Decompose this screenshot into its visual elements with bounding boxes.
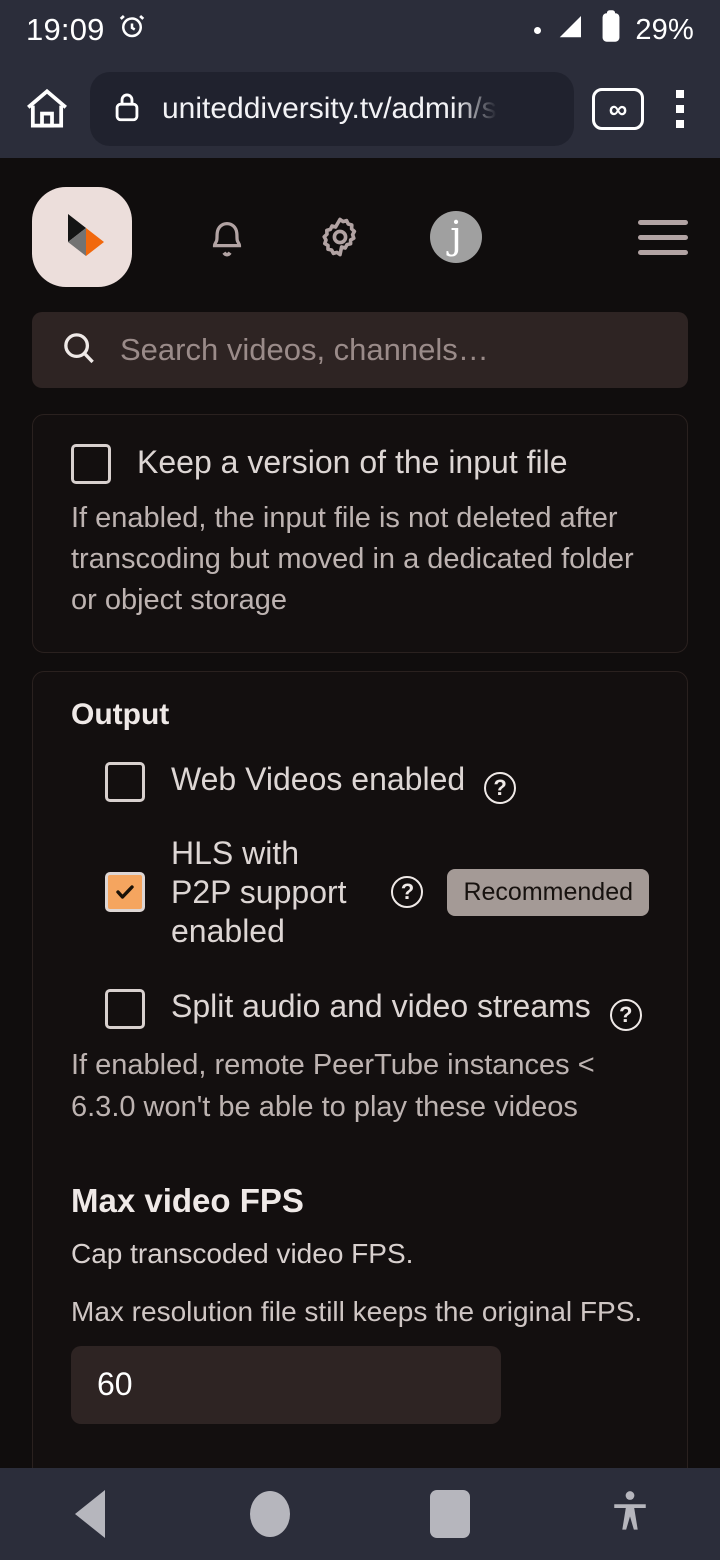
max-fps-subtitle: Cap transcoded video FPS. — [71, 1237, 414, 1269]
android-status-bar: 19:09 29% — [0, 0, 720, 60]
hls-p2p-label: HLS with P2P support enabled — [171, 834, 347, 949]
phone-screen: 19:09 29% uniteddiversity.tv/admin/s ∞ j… — [0, 0, 720, 1560]
home-icon[interactable] — [22, 84, 72, 134]
back-triangle-icon — [75, 1490, 105, 1538]
web-videos-label-text: Web Videos enabled — [171, 760, 466, 797]
split-streams-checkbox[interactable] — [105, 989, 145, 1030]
hamburger-menu-icon[interactable] — [638, 219, 688, 255]
url-text: uniteddiversity.tv/admin/s — [162, 92, 497, 125]
battery-icon — [601, 10, 621, 50]
lock-icon — [112, 90, 142, 129]
home-circle-icon — [250, 1491, 290, 1537]
settings-content: Keep a version of the input file If enab… — [0, 414, 720, 1560]
output-panel: Output Web Videos enabled ? HLS with P2P… — [32, 670, 688, 1560]
help-circle-icon[interactable]: ? — [609, 999, 642, 1032]
max-fps-heading: Max video FPS Cap transcoded video FPS. — [71, 1182, 649, 1270]
peertube-logo[interactable] — [32, 187, 132, 287]
input-file-panel: Keep a version of the input file If enab… — [32, 414, 688, 653]
accessibility-icon — [609, 1489, 651, 1540]
status-bar-clock: 19:09 — [26, 12, 105, 47]
url-bar[interactable]: uniteddiversity.tv/admin/s — [90, 72, 574, 146]
search-input-placeholder: Search videos, channels… — [120, 332, 489, 367]
split-streams-hint: If enabled, remote PeerTube instances < … — [71, 1049, 595, 1123]
app-header-row: j — [32, 187, 688, 287]
web-videos-row[interactable]: Web Videos enabled ? — [71, 760, 649, 804]
alarm-clock-icon — [117, 11, 147, 49]
hls-p2p-right: ? Recommended — [391, 868, 649, 916]
avatar-initial: j — [450, 213, 462, 257]
web-videos-checkbox[interactable] — [105, 761, 145, 802]
status-bar-left: 19:09 — [26, 11, 147, 49]
nav-accessibility-button[interactable] — [540, 1489, 720, 1540]
avatar[interactable]: j — [430, 211, 482, 263]
recommended-badge: Recommended — [447, 868, 649, 916]
search-bar[interactable]: Search videos, channels… — [32, 312, 688, 388]
web-videos-label: Web Videos enabled ? — [171, 760, 517, 804]
help-circle-icon[interactable]: ? — [484, 771, 517, 804]
max-fps-title: Max video FPS — [71, 1181, 304, 1219]
kebab-menu-icon[interactable] — [662, 84, 698, 134]
max-fps-note: Max resolution file still keeps the orig… — [71, 1295, 643, 1327]
help-circle-icon[interactable]: ? — [391, 876, 424, 909]
keep-input-file-label: Keep a version of the input file — [137, 443, 568, 480]
split-streams-row[interactable]: Split audio and video streams ? — [71, 987, 649, 1032]
nav-recents-button[interactable] — [360, 1490, 540, 1538]
split-streams-label-text: Split audio and video streams — [171, 988, 591, 1025]
notification-dot-icon — [534, 26, 542, 34]
keep-input-file-row[interactable]: Keep a version of the input file — [71, 441, 649, 484]
bell-icon[interactable] — [204, 212, 250, 262]
nav-home-button[interactable] — [180, 1491, 360, 1537]
recents-square-icon — [430, 1490, 470, 1538]
cellular-signal-icon — [555, 11, 587, 49]
hls-p2p-checkbox[interactable] — [105, 872, 145, 913]
hls-p2p-left: HLS with P2P support enabled — [105, 834, 365, 951]
battery-percentage: 29% — [635, 13, 694, 46]
app-header: j Search videos, channels… — [0, 158, 720, 388]
hls-p2p-row[interactable]: HLS with P2P support enabled ? Recommend… — [71, 834, 649, 951]
tab-count-label: ∞ — [608, 94, 628, 124]
keep-input-file-checkbox[interactable] — [71, 444, 111, 484]
status-bar-right: 29% — [534, 10, 694, 50]
browser-toolbar: uniteddiversity.tv/admin/s ∞ — [0, 60, 720, 158]
nav-back-button[interactable] — [0, 1490, 180, 1538]
max-fps-input[interactable] — [71, 1345, 501, 1424]
gear-icon[interactable] — [316, 213, 364, 261]
android-nav-bar — [0, 1468, 720, 1560]
search-icon — [60, 329, 98, 372]
tab-count-button[interactable]: ∞ — [592, 88, 644, 130]
output-panel-title: Output — [71, 697, 170, 731]
split-streams-label: Split audio and video streams ? — [171, 987, 642, 1032]
keep-input-file-hint: If enabled, the input file is not delete… — [71, 502, 634, 617]
header-icon-group: j — [204, 211, 482, 263]
